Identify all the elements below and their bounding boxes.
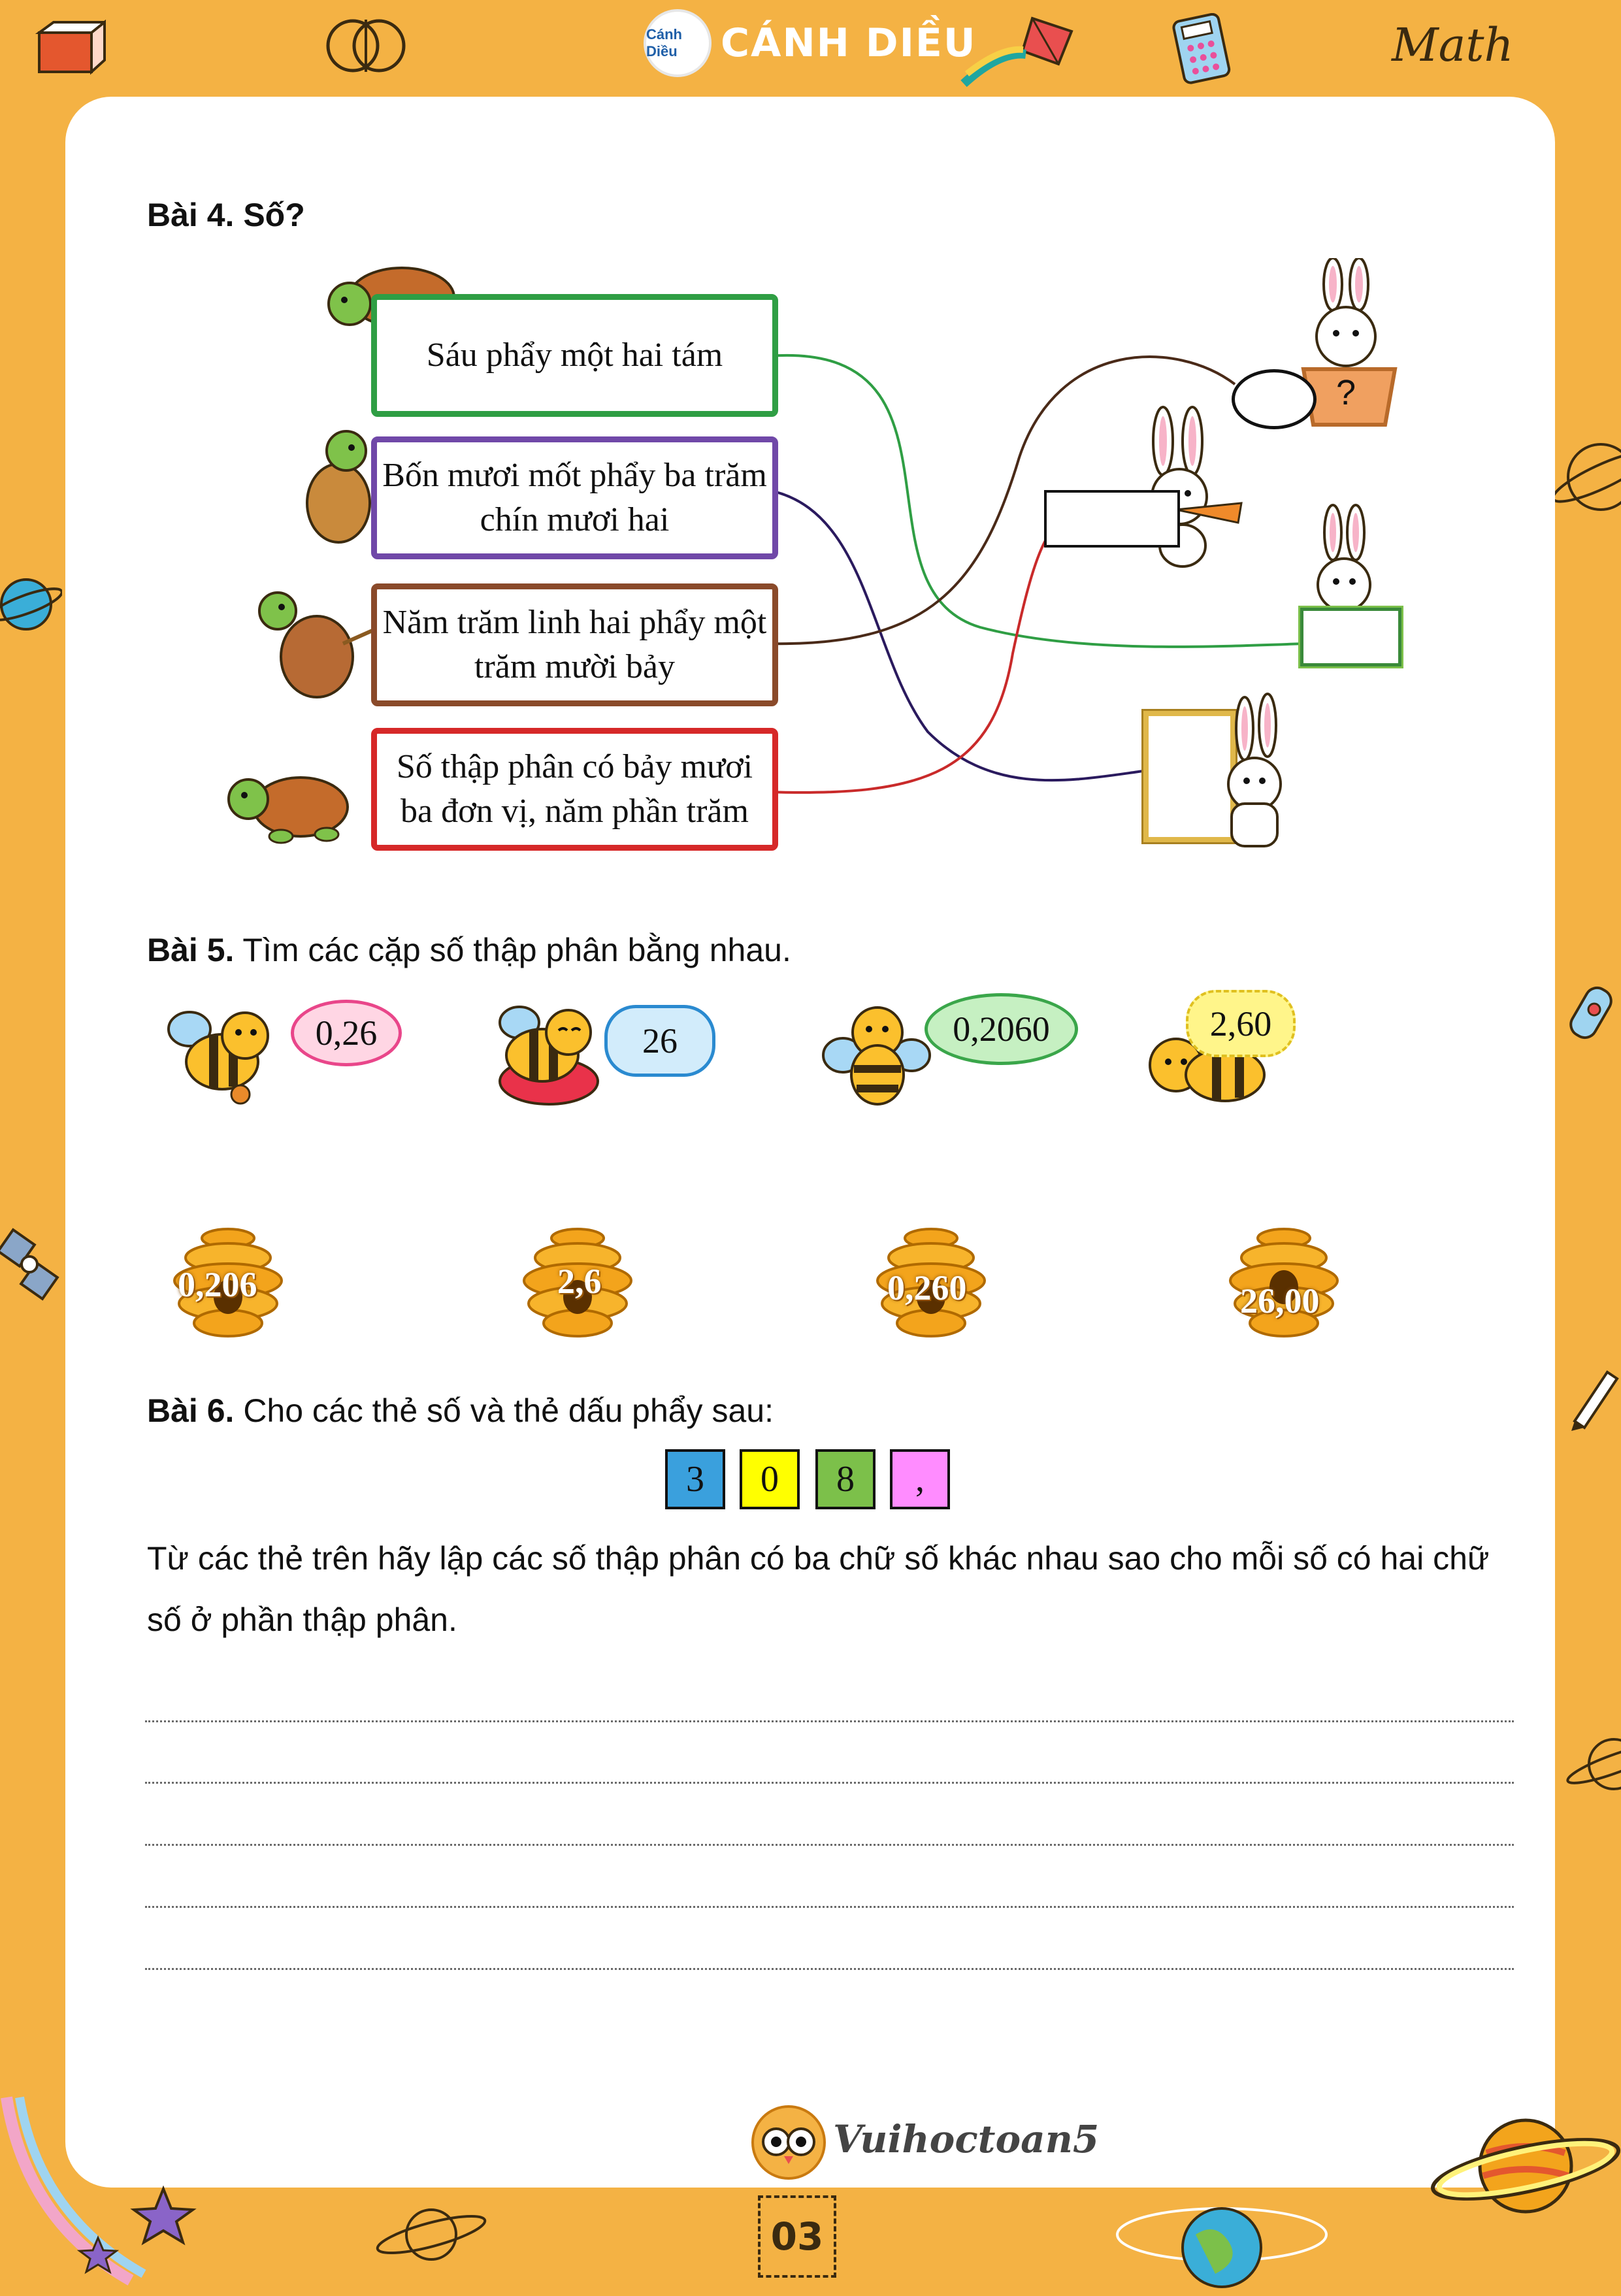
bai4-box-1: Sáu phẩy một hai tám [371, 294, 778, 417]
number-card-8: 8 [815, 1449, 876, 1509]
bee-icon [163, 1000, 274, 1107]
rabbit-icon [1297, 257, 1388, 369]
bee-bubble-4: 2,60 [1186, 990, 1296, 1057]
shooting-stars-icon [0, 2091, 209, 2293]
rocket-icon [1555, 974, 1621, 1065]
answer-line-1[interactable] [145, 1720, 1514, 1722]
hive-label-4: 26,00 [1240, 1281, 1320, 1320]
matching-lines [767, 353, 1306, 794]
page-number: 03 [758, 2195, 836, 2278]
bai4-box-3: Năm trăm linh hai phẩy một trăm mười bảy [371, 583, 778, 706]
hive-label-2: 2,6 [557, 1262, 602, 1301]
bee-icon [820, 996, 931, 1107]
bee-bubble-1: 0,26 [291, 1000, 402, 1066]
hive-label-3: 0,260 [887, 1268, 967, 1307]
footer-brand: Vuihoctoan5 [833, 2117, 1100, 2161]
rabbit-icon [1303, 503, 1382, 614]
bai6-heading: Bài 6. Cho các thẻ số và thẻ dấu phẩy sa… [147, 1392, 774, 1429]
bai5-heading: Bài 5. Tìm các cặp số thập phân bằng nha… [147, 932, 791, 968]
rabbit-icon [1215, 693, 1294, 849]
planet-outline-icon-2 [1562, 1731, 1621, 1797]
answer-line-2[interactable] [145, 1782, 1514, 1784]
owl-logo-icon [750, 2104, 827, 2181]
answer-line-5[interactable] [145, 1968, 1514, 1970]
pencil-icon [1562, 1359, 1621, 1431]
basket-question-mark: ? [1336, 373, 1356, 412]
bai4-box-2: Bốn mươi mốt phẩy ba trăm chín mươi hai [371, 436, 778, 559]
bai4-box-4: Số thập phân có bảy mươi ba đơn vị, năm … [371, 728, 778, 851]
bee-bubble-2: 26 [604, 1005, 715, 1077]
bee-on-flower-icon [490, 996, 604, 1111]
answer-line-3[interactable] [145, 1844, 1514, 1846]
earth-icon [1111, 2182, 1333, 2293]
hive-label-1: 0,206 [178, 1265, 257, 1304]
comma-card: , [890, 1449, 950, 1509]
answer-line-4[interactable] [145, 1906, 1514, 1908]
ringed-planet-icon [1428, 2088, 1621, 2238]
bee-bubble-3: 0,2060 [925, 993, 1078, 1065]
planet-outline-icon-3 [372, 2195, 490, 2274]
number-card-0: 0 [740, 1449, 800, 1509]
bai6-instruction: Từ các thẻ trên hãy lập các số thập phân… [147, 1540, 1490, 1638]
answer-rectangle[interactable] [1044, 490, 1180, 548]
satellite-icon [0, 1215, 62, 1313]
answer-board[interactable] [1298, 606, 1403, 668]
number-card-3: 3 [665, 1449, 725, 1509]
